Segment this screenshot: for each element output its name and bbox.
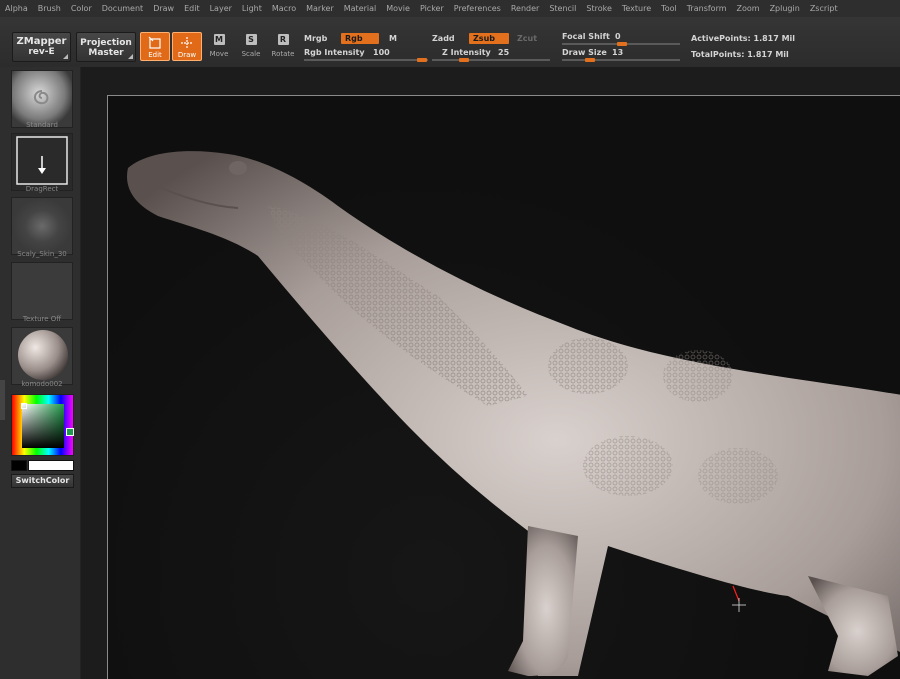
z-intensity-value: 25 bbox=[498, 48, 510, 57]
scale-label: Scale bbox=[241, 50, 261, 58]
menu-brush[interactable]: Brush bbox=[33, 4, 66, 13]
menu-transform[interactable]: Transform bbox=[682, 4, 732, 13]
scale-button[interactable]: S Scale bbox=[236, 32, 266, 61]
projection-sublabel: Master bbox=[88, 48, 124, 58]
move-icon: M bbox=[213, 34, 225, 45]
z-intensity-label: Z Intensity bbox=[442, 48, 491, 57]
zmapper-label: ZMapper bbox=[16, 36, 67, 47]
move-label: Move bbox=[209, 50, 229, 58]
active-points: ActivePoints: 1.817 Mil bbox=[691, 34, 796, 43]
rgb-intensity-knob[interactable] bbox=[417, 58, 427, 62]
scale-icon: S bbox=[236, 34, 266, 50]
color-picker[interactable] bbox=[11, 394, 74, 456]
left-tray-toggle[interactable] bbox=[0, 380, 5, 420]
edit-label: Edit bbox=[148, 51, 162, 59]
menu-alpha[interactable]: Alpha bbox=[0, 4, 33, 13]
lizard-model bbox=[127, 151, 900, 676]
focal-shift-value: 0 bbox=[615, 32, 621, 41]
zadd-button[interactable]: Zadd bbox=[432, 34, 455, 43]
mrgb-button[interactable]: Mrgb bbox=[304, 34, 327, 43]
total-points: TotalPoints: 1.817 Mil bbox=[691, 50, 789, 59]
menu-marker[interactable]: Marker bbox=[301, 4, 339, 13]
switch-color-button[interactable]: SwitchColor bbox=[11, 474, 74, 488]
menu-color[interactable]: Color bbox=[66, 4, 97, 13]
material-selector[interactable] bbox=[11, 327, 73, 385]
left-shelf: Standard DragRect Scaly_Skin_30 Texture … bbox=[0, 67, 81, 679]
main-color-swatch[interactable] bbox=[11, 460, 27, 471]
texture-name: Texture Off bbox=[22, 315, 62, 323]
menu-zscript[interactable]: Zscript bbox=[805, 4, 843, 13]
move-button[interactable]: M Move bbox=[204, 32, 234, 61]
document-area[interactable] bbox=[107, 95, 900, 679]
menu-document[interactable]: Document bbox=[97, 4, 148, 13]
projection-master-button[interactable]: Projection Master bbox=[76, 32, 136, 62]
draw-icon bbox=[173, 35, 201, 51]
draw-label: Draw bbox=[177, 51, 197, 59]
color-picker-square[interactable] bbox=[22, 404, 64, 448]
projection-label: Projection bbox=[80, 38, 132, 48]
menu-preferences[interactable]: Preferences bbox=[449, 4, 506, 13]
top-toolbar: ZMapper rev-E Projection Master Edit Dra… bbox=[0, 17, 900, 67]
material-sphere-icon bbox=[18, 330, 68, 380]
rotate-label: Rotate bbox=[271, 50, 295, 58]
standard-brush-icon bbox=[34, 90, 49, 105]
menu-layer[interactable]: Layer bbox=[205, 4, 237, 13]
z-intensity-slider[interactable] bbox=[432, 59, 550, 61]
focal-shift-label: Focal Shift bbox=[562, 32, 610, 41]
color-picker-marker bbox=[21, 403, 27, 409]
edit-icon bbox=[141, 35, 169, 51]
rotate-icon: R bbox=[268, 34, 298, 50]
texture-selector[interactable] bbox=[11, 262, 73, 320]
secondary-color-swatch[interactable] bbox=[28, 460, 74, 471]
draw-size-label: Draw Size bbox=[562, 48, 607, 57]
rgb-intensity-label: Rgb Intensity bbox=[304, 48, 365, 57]
focal-shift-knob[interactable] bbox=[617, 42, 627, 46]
draw-size-value: 13 bbox=[612, 48, 624, 57]
alpha-selector[interactable] bbox=[11, 197, 73, 255]
draw-size-slider[interactable] bbox=[562, 59, 680, 61]
menu-bar: Alpha Brush Color Document Draw Edit Layer Ligh… bbox=[0, 0, 900, 18]
zcut-button[interactable]: Zcut bbox=[517, 34, 537, 43]
rgb-button[interactable]: Rgb bbox=[341, 33, 379, 44]
zmapper-button[interactable]: ZMapper rev-E bbox=[12, 32, 71, 62]
menu-texture[interactable]: Texture bbox=[617, 4, 656, 13]
menu-render[interactable]: Render bbox=[506, 4, 544, 13]
menu-stencil[interactable]: Stencil bbox=[544, 4, 581, 13]
menu-movie[interactable]: Movie bbox=[381, 4, 415, 13]
rgb-intensity-slider[interactable] bbox=[304, 59, 428, 61]
zsub-button[interactable]: Zsub bbox=[469, 33, 509, 44]
brush-selector[interactable] bbox=[11, 70, 73, 128]
stroke-name: DragRect bbox=[25, 185, 59, 193]
draw-button[interactable]: Draw bbox=[172, 32, 202, 61]
menu-light[interactable]: Light bbox=[237, 4, 267, 13]
zmapper-sublabel: rev-E bbox=[28, 47, 55, 57]
stroke-selector[interactable] bbox=[11, 133, 73, 191]
brush-name: Standard bbox=[26, 121, 58, 129]
menu-tool[interactable]: Tool bbox=[656, 4, 682, 13]
popup-corner-icon bbox=[63, 54, 68, 59]
menu-stroke[interactable]: Stroke bbox=[581, 4, 617, 13]
menu-picker[interactable]: Picker bbox=[415, 4, 449, 13]
menu-zplugin[interactable]: Zplugin bbox=[765, 4, 805, 13]
hue-marker bbox=[66, 428, 74, 436]
draw-size-knob[interactable] bbox=[585, 58, 595, 62]
m-button[interactable]: M bbox=[389, 34, 397, 43]
z-intensity-knob[interactable] bbox=[459, 58, 469, 62]
viewport-canvas[interactable] bbox=[81, 67, 900, 679]
menu-macro[interactable]: Macro bbox=[267, 4, 301, 13]
menu-edit[interactable]: Edit bbox=[179, 4, 205, 13]
menu-zoom[interactable]: Zoom bbox=[732, 4, 765, 13]
menu-material[interactable]: Material bbox=[339, 4, 382, 13]
material-name: komodo002 bbox=[21, 380, 63, 388]
popup-corner-icon bbox=[128, 54, 133, 59]
drag-rect-icon bbox=[16, 136, 68, 185]
menu-draw[interactable]: Draw bbox=[148, 4, 179, 13]
rgb-intensity-value: 100 bbox=[373, 48, 390, 57]
rotate-button[interactable]: R Rotate bbox=[268, 32, 298, 61]
alpha-name: Scaly_Skin_30 bbox=[17, 250, 67, 258]
edit-button[interactable]: Edit bbox=[140, 32, 170, 61]
